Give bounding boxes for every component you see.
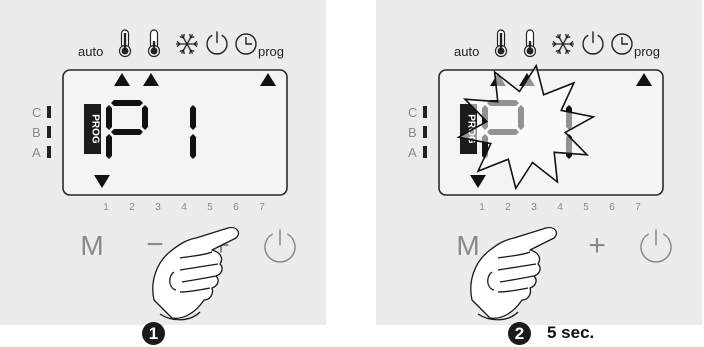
power-icon bbox=[264, 229, 296, 263]
thermostat-panel-1: autoprogCBAPROG1234567M−+ bbox=[0, 0, 326, 325]
minus-button-label: − bbox=[146, 228, 164, 261]
hand-pressing-m-minus bbox=[470, 226, 558, 321]
day-number-1: 1 bbox=[103, 202, 109, 213]
zone-label-b: B bbox=[408, 125, 417, 140]
thermometer-full-icon bbox=[494, 29, 508, 58]
zone-label-c: C bbox=[32, 105, 41, 120]
prog-tag-label: PROG bbox=[90, 114, 101, 144]
segment-f bbox=[106, 105, 112, 130]
thermometer-full-icon bbox=[118, 29, 132, 58]
step-caption: 5 sec. bbox=[547, 323, 595, 342]
zone-label-a: A bbox=[408, 145, 417, 160]
thermometer-icon bbox=[523, 29, 537, 58]
day-number-4: 4 bbox=[181, 202, 187, 213]
clock-icon bbox=[611, 33, 633, 55]
day-number-1: 1 bbox=[479, 202, 485, 213]
mode-label-prog: prog bbox=[258, 44, 284, 59]
snowflake-icon bbox=[552, 33, 574, 55]
day-number-2: 2 bbox=[505, 202, 511, 213]
thermostat-panel-2: autoprogCBAPROG1234567M−+ bbox=[376, 0, 702, 325]
zone-label-b: B bbox=[32, 125, 41, 140]
zone-bar-c bbox=[423, 106, 427, 118]
zone-label-c: C bbox=[408, 105, 417, 120]
segment-a bbox=[111, 100, 143, 106]
panel-drawing: autoprogCBAPROG1234567M−+ bbox=[408, 29, 672, 321]
hand-pressing-plus bbox=[152, 226, 240, 321]
day-number-6: 6 bbox=[233, 202, 239, 213]
segment-c bbox=[190, 134, 196, 159]
day-number-2: 2 bbox=[129, 202, 135, 213]
mode-button-label: M bbox=[80, 230, 103, 261]
mode-label-auto: auto bbox=[454, 44, 479, 59]
day-number-7: 7 bbox=[259, 202, 265, 213]
segment-g bbox=[111, 129, 143, 135]
day-number-6: 6 bbox=[609, 202, 615, 213]
segment-b bbox=[142, 105, 148, 130]
zone-bar-b bbox=[423, 126, 427, 138]
mode-label-prog: prog bbox=[634, 44, 660, 59]
power-icon bbox=[206, 31, 228, 55]
day-number-7: 7 bbox=[635, 202, 641, 213]
zone-bar-c bbox=[47, 106, 51, 118]
day-number-5: 5 bbox=[207, 202, 213, 213]
plus-button-label: + bbox=[588, 229, 606, 262]
step-number-badge: 1 bbox=[142, 322, 165, 345]
panel-drawing: autoprogCBAPROG1234567M−+ bbox=[32, 29, 296, 321]
clock-icon bbox=[235, 33, 257, 55]
day-number-5: 5 bbox=[583, 202, 589, 213]
zone-label-a: A bbox=[32, 145, 41, 160]
thermometer-icon bbox=[147, 29, 161, 58]
power-icon bbox=[582, 31, 604, 55]
segment-e bbox=[106, 134, 112, 159]
mode-label-auto: auto bbox=[78, 44, 103, 59]
segment-b bbox=[190, 105, 196, 130]
snowflake-icon bbox=[176, 33, 198, 55]
day-number-3: 3 bbox=[155, 202, 161, 213]
zone-bar-a bbox=[47, 146, 51, 158]
mode-button-label: M bbox=[456, 230, 479, 261]
power-icon bbox=[640, 229, 672, 263]
zone-bar-a bbox=[423, 146, 427, 158]
zone-bar-b bbox=[47, 126, 51, 138]
day-number-4: 4 bbox=[557, 202, 563, 213]
day-number-3: 3 bbox=[531, 202, 537, 213]
step-number-badge: 2 bbox=[508, 322, 531, 345]
